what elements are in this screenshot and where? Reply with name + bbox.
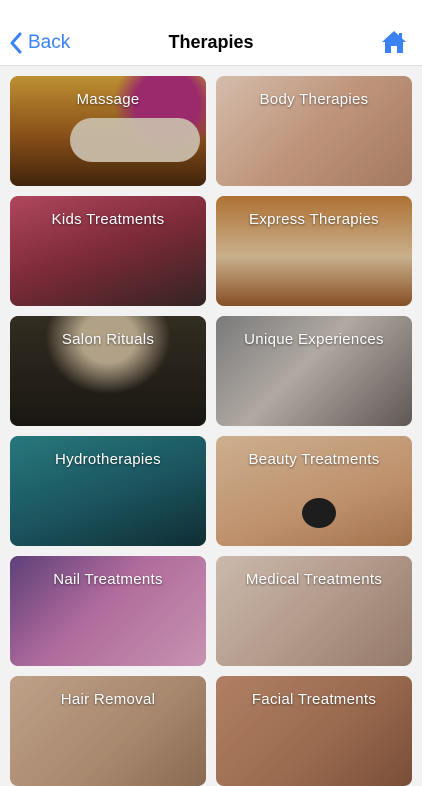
tile-body-therapies[interactable]: Body Therapies (216, 76, 412, 186)
tile-beauty-treatments[interactable]: Beauty Treatments (216, 436, 412, 546)
tile-label: Body Therapies (259, 91, 369, 108)
tile-label: Beauty Treatments (248, 451, 380, 468)
page-title: Therapies (168, 32, 254, 52)
therapy-grid: Massage Body Therapies Kids Treatments E… (10, 76, 412, 786)
tile-label: Nail Treatments (53, 571, 163, 588)
tile-label: Hydrotherapies (55, 451, 161, 468)
tile-label: Massage (76, 91, 140, 108)
tile-hair-removal[interactable]: Hair Removal (10, 676, 206, 786)
tile-hydrotherapies[interactable]: Hydrotherapies (10, 436, 206, 546)
tile-kids-treatments[interactable]: Kids Treatments (10, 196, 206, 306)
tile-medical-treatments[interactable]: Medical Treatments (216, 556, 412, 666)
tile-salon-rituals[interactable]: Salon Rituals (10, 316, 206, 426)
tile-label: Salon Rituals (61, 331, 155, 348)
tile-unique-experiences[interactable]: Unique Experiences (216, 316, 412, 426)
tile-massage[interactable]: Massage (10, 76, 206, 186)
tile-label: Unique Experiences (244, 331, 384, 348)
home-icon (382, 31, 406, 53)
tile-label: Hair Removal (60, 691, 156, 708)
tile-label: Express Therapies (249, 211, 379, 228)
home-button[interactable] (380, 28, 408, 56)
tile-facial-treatments[interactable]: Facial Treatments (216, 676, 412, 786)
tile-express-therapies[interactable]: Express Therapies (216, 196, 412, 306)
tile-nail-treatments[interactable]: Nail Treatments (10, 556, 206, 666)
nav-bar: Back Therapies (0, 0, 422, 66)
tile-label: Kids Treatments (51, 211, 165, 228)
tile-label: Facial Treatments (251, 691, 377, 708)
tile-label: Medical Treatments (245, 571, 383, 588)
